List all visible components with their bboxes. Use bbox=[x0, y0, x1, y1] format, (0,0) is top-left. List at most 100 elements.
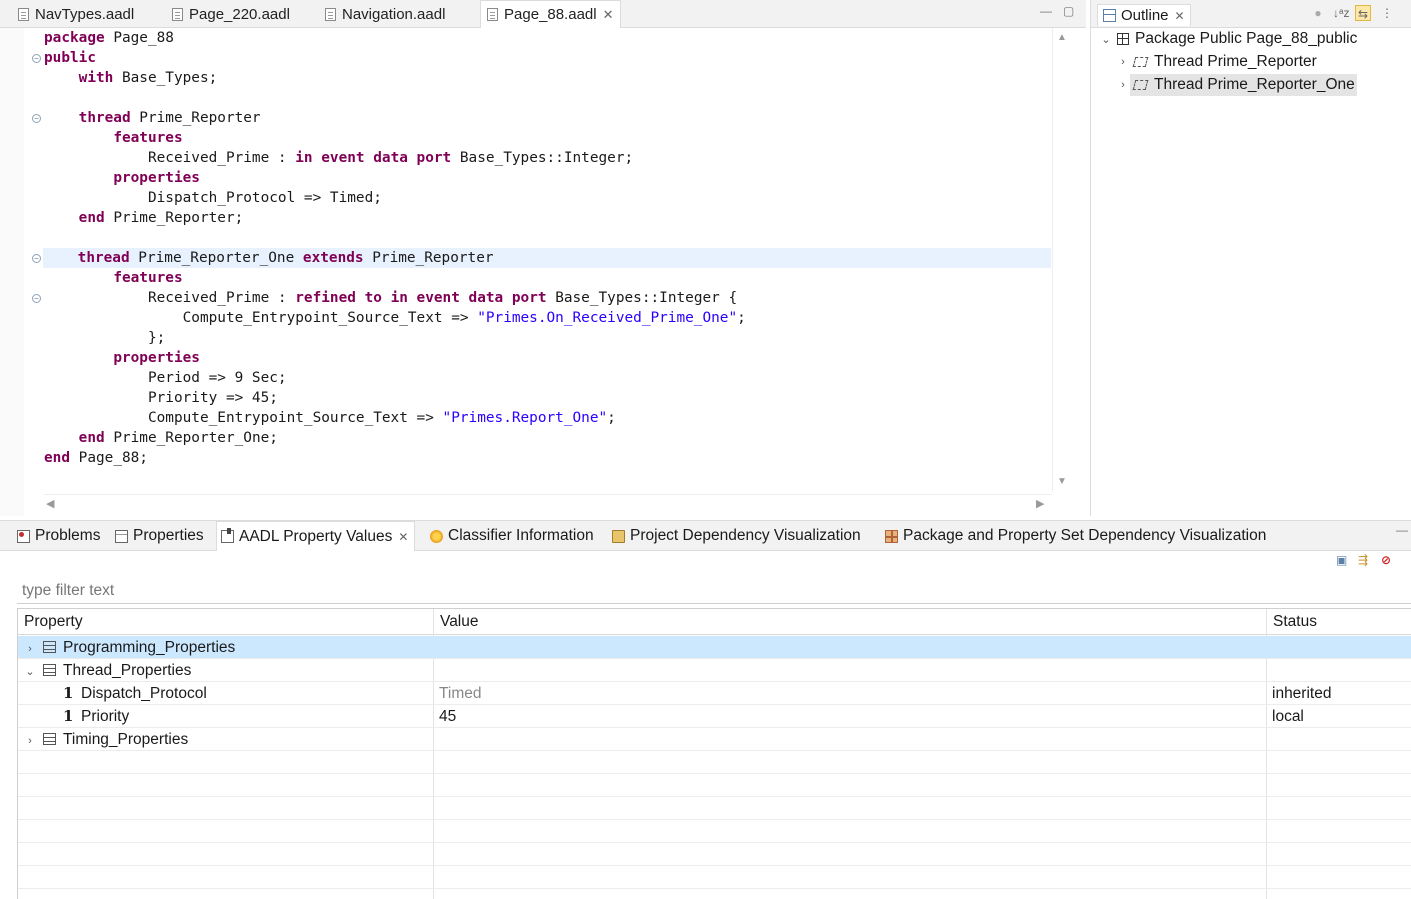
tab-properties[interactable]: Properties bbox=[115, 521, 204, 551]
cell-property: 1 Dispatch_Protocol bbox=[63, 682, 207, 705]
scroll-down-icon[interactable]: ▼ bbox=[1057, 476, 1067, 487]
fold-toggle-icon[interactable]: − bbox=[32, 114, 41, 123]
close-icon[interactable]: ✕ bbox=[398, 530, 408, 544]
scroll-up-icon[interactable]: ▲ bbox=[1057, 32, 1067, 43]
close-icon[interactable]: ✕ bbox=[603, 7, 614, 23]
properties-icon bbox=[115, 529, 128, 543]
code-line[interactable]: Dispatch_Protocol => Timed; bbox=[44, 188, 382, 208]
code-line[interactable]: end Page_88; bbox=[44, 448, 148, 468]
code-line[interactable]: public bbox=[44, 48, 96, 68]
scroll-left-icon[interactable]: ◀ bbox=[46, 497, 54, 510]
table-row[interactable]: › Programming_Properties bbox=[18, 636, 1411, 659]
outline-item-package[interactable]: ⌄ Package Public Page_88_public bbox=[1099, 28, 1357, 50]
tab-navtypes[interactable]: NavTypes.aadl bbox=[18, 0, 134, 28]
grid-icon bbox=[885, 529, 898, 543]
horizontal-scrollbar[interactable]: ◀ ▶ bbox=[44, 494, 1052, 512]
code-line[interactable]: end Prime_Reporter; bbox=[44, 208, 244, 228]
link-with-editor-icon[interactable]: ⇆ bbox=[1355, 5, 1371, 21]
code-line[interactable]: features bbox=[44, 128, 183, 148]
tab-aadl-property-values[interactable]: AADL Property Values ✕ bbox=[216, 521, 416, 551]
code-keyword: end bbox=[78, 210, 105, 226]
chevron-down-icon[interactable]: ⌄ bbox=[23, 661, 37, 684]
column-header-property[interactable]: Property bbox=[18, 609, 83, 635]
code-line[interactable]: Received_Prime : in event data port Base… bbox=[44, 148, 633, 168]
maximize-button[interactable]: ▢ bbox=[1063, 4, 1074, 18]
code-text: Base_Types::Integer { bbox=[546, 290, 738, 306]
code-text: }; bbox=[44, 330, 166, 346]
property-icon: 1 bbox=[63, 684, 74, 702]
code-line[interactable]: properties bbox=[44, 348, 200, 368]
code-line[interactable]: Compute_Entrypoint_Source_Text => "Prime… bbox=[44, 408, 616, 428]
collapse-all-icon[interactable]: ▣ bbox=[1336, 553, 1347, 571]
fold-toggle-icon[interactable]: − bbox=[32, 294, 41, 303]
tab-outline[interactable]: Outline ✕ bbox=[1097, 4, 1191, 26]
table-row[interactable]: ⌄ Thread_Properties bbox=[18, 659, 1411, 682]
outline-item-thread-prime-reporter-one[interactable]: › Thread Prime_Reporter_One bbox=[1116, 74, 1357, 96]
thread-icon bbox=[1132, 57, 1149, 67]
code-line[interactable]: Compute_Entrypoint_Source_Text => "Prime… bbox=[44, 308, 746, 328]
hide-fields-icon[interactable]: ● bbox=[1310, 5, 1326, 21]
code-line[interactable]: Period => 9 Sec; bbox=[44, 368, 287, 388]
selected-item: Thread Prime_Reporter_One bbox=[1130, 74, 1357, 96]
outline-item-label: Thread Prime_Reporter bbox=[1154, 53, 1317, 70]
code-line[interactable]: thread Prime_Reporter bbox=[44, 108, 261, 128]
tab-classifier-information[interactable]: Classifier Information bbox=[430, 521, 594, 551]
table-row[interactable]: 1 Priority 45 local bbox=[18, 705, 1411, 728]
tab-page-220[interactable]: Page_220.aadl bbox=[172, 0, 290, 28]
filter-input[interactable]: type filter text bbox=[17, 578, 1411, 604]
bottom-tab-bar: Problems Properties AADL Property Values… bbox=[0, 521, 1411, 551]
tab-problems[interactable]: Problems bbox=[17, 521, 100, 551]
outline-item-thread-prime-reporter[interactable]: › Thread Prime_Reporter bbox=[1116, 51, 1317, 73]
column-header-status[interactable]: Status bbox=[1267, 609, 1317, 635]
chevron-right-icon[interactable]: › bbox=[23, 730, 37, 753]
code-line[interactable]: }; bbox=[44, 328, 165, 348]
chevron-right-icon[interactable]: › bbox=[1116, 79, 1130, 91]
code-line[interactable]: with Base_Types; bbox=[44, 68, 218, 88]
vertical-scrollbar[interactable]: ▲ ▼ bbox=[1052, 28, 1070, 492]
code-keyword: end bbox=[44, 450, 70, 466]
code-line[interactable]: Priority => 45; bbox=[44, 388, 278, 408]
tab-package-property-set-visualization[interactable]: Package and Property Set Dependency Visu… bbox=[885, 521, 1266, 551]
column-header-value[interactable]: Value bbox=[434, 609, 479, 635]
code-editor[interactable]: package Page_88 public with Base_Types; t… bbox=[43, 28, 1052, 492]
file-icon bbox=[325, 7, 336, 21]
aadl-icon bbox=[221, 528, 234, 543]
code-line[interactable]: features bbox=[44, 268, 182, 288]
fold-toggle-icon[interactable]: − bbox=[32, 54, 41, 63]
code-line[interactable]: Received_Prime : refined to in event dat… bbox=[44, 288, 737, 308]
code-line[interactable]: properties bbox=[44, 168, 200, 188]
table-row[interactable]: 1 Dispatch_Protocol Timed inherited bbox=[18, 682, 1411, 705]
code-keyword: features bbox=[113, 130, 183, 146]
code-line[interactable]: package Page_88 bbox=[44, 28, 174, 48]
editor-gutter: − − − − bbox=[24, 28, 44, 492]
chevron-right-icon[interactable]: › bbox=[1116, 56, 1130, 68]
close-icon[interactable]: ✕ bbox=[1175, 9, 1185, 23]
cell-status: inherited bbox=[1272, 685, 1332, 702]
view-menu-icon[interactable]: ⋮ bbox=[1379, 5, 1395, 21]
outline-title: Outline bbox=[1121, 7, 1169, 24]
chevron-down-icon[interactable]: ⌄ bbox=[1099, 33, 1113, 46]
sort-icon[interactable]: ↓ᵃz bbox=[1333, 5, 1349, 21]
remove-icon[interactable]: ⊘ bbox=[1381, 553, 1391, 571]
table-header: Property Value Status bbox=[18, 609, 1411, 635]
property-name: Dispatch_Protocol bbox=[81, 685, 207, 702]
tab-page-88[interactable]: Page_88.aadl ✕ bbox=[480, 0, 621, 28]
chevron-right-icon[interactable]: › bbox=[23, 638, 37, 661]
file-icon bbox=[172, 7, 183, 21]
link-icon[interactable]: ⇶ bbox=[1358, 553, 1368, 571]
fold-toggle-icon[interactable]: − bbox=[32, 254, 41, 263]
table-row[interactable]: › Timing_Properties bbox=[18, 728, 1411, 751]
scroll-right-icon[interactable]: ▶ bbox=[1036, 497, 1044, 510]
code-text: ; bbox=[737, 310, 746, 326]
code-line[interactable]: end Prime_Reporter_One; bbox=[44, 428, 278, 448]
minimize-button[interactable]: — bbox=[1396, 523, 1408, 537]
code-keyword: with bbox=[78, 70, 114, 86]
cell-property: ⌄ Thread_Properties bbox=[23, 659, 191, 682]
minimize-button[interactable]: — bbox=[1040, 4, 1052, 18]
code-line[interactable]: thread Prime_Reporter_One extends Prime_… bbox=[43, 248, 1051, 268]
tab-project-dependency-visualization[interactable]: Project Dependency Visualization bbox=[612, 521, 861, 551]
tab-navigation[interactable]: Navigation.aadl bbox=[325, 0, 445, 28]
